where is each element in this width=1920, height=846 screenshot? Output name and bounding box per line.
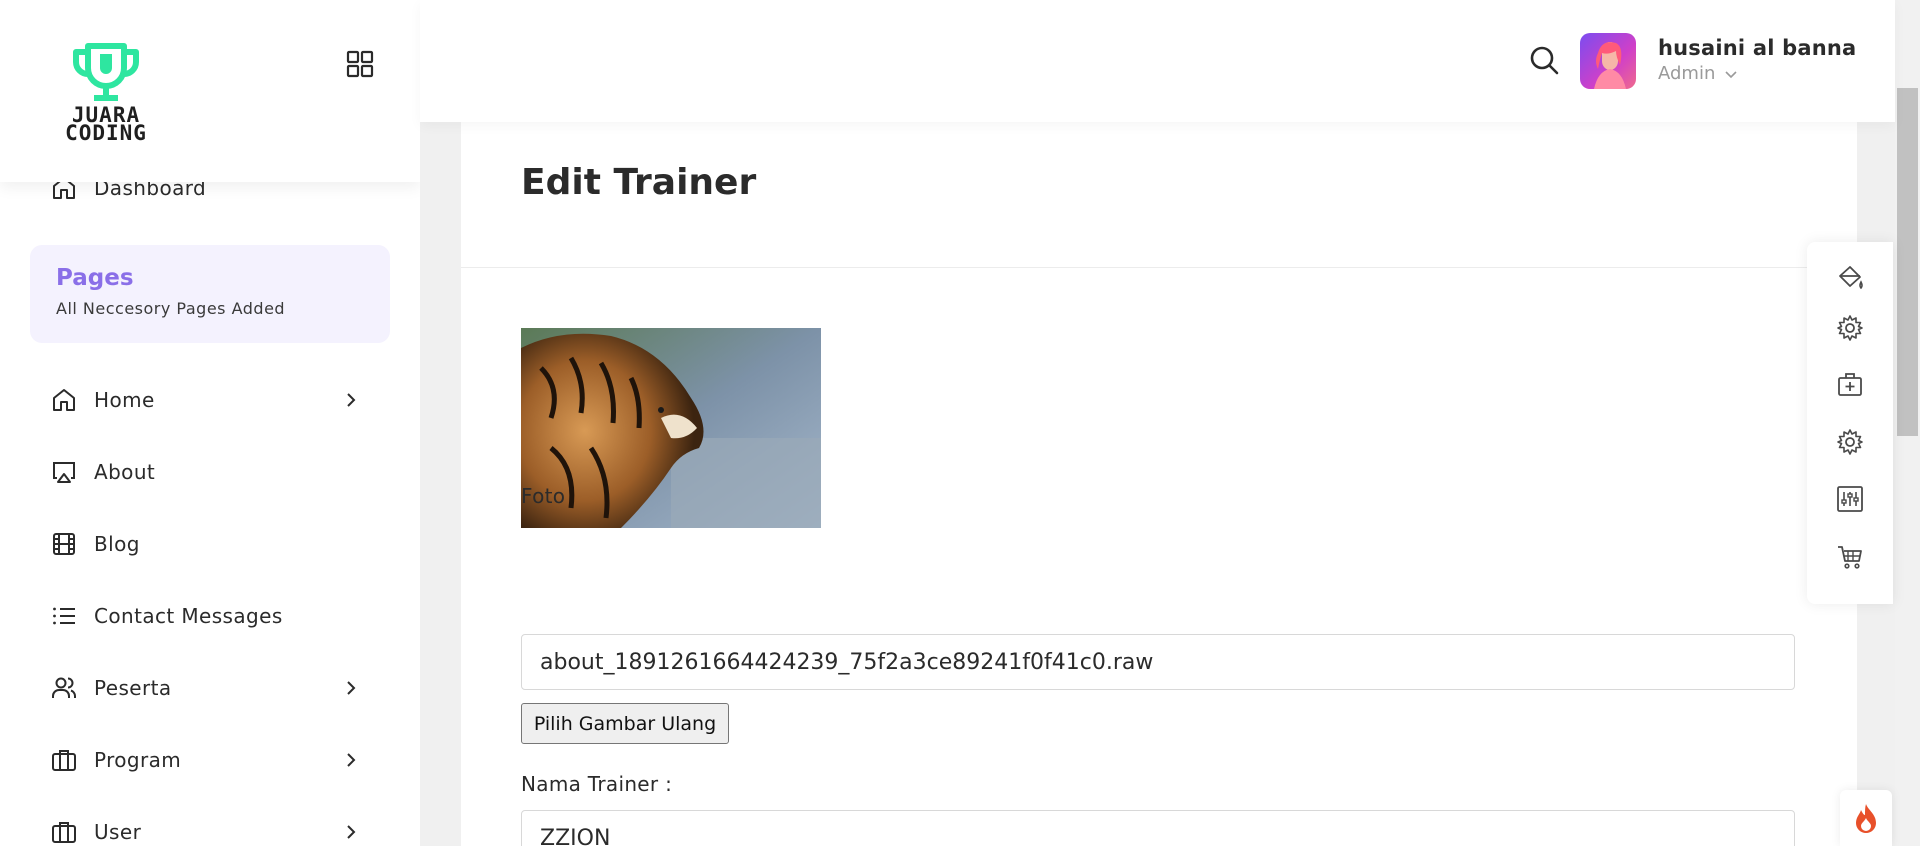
- chevron-down-icon: [1725, 71, 1737, 79]
- film-icon: [50, 530, 78, 558]
- user-role-label: Admin: [1658, 63, 1716, 84]
- user-role-dropdown[interactable]: Admin: [1658, 63, 1737, 84]
- sidebar-item-about[interactable]: About: [50, 448, 380, 496]
- list-icon: [50, 602, 78, 630]
- pages-card-title: Pages: [56, 265, 134, 291]
- brand-logo-text: JUARA CODING: [65, 103, 147, 145]
- chevron-right-icon: [347, 753, 356, 767]
- divider: [461, 267, 1857, 268]
- sidebar: JUARA CODING Dashboard Pages All Necceso…: [0, 0, 420, 846]
- grid-menu-icon[interactable]: [346, 50, 374, 78]
- top-header: husaini al banna Admin: [420, 0, 1895, 122]
- users-icon: [50, 674, 78, 702]
- sidebar-item-label: User: [94, 820, 142, 844]
- pages-card-subtitle: All Neccesory Pages Added: [56, 299, 286, 318]
- chevron-right-icon: [347, 393, 356, 407]
- sidebar-item-label: Blog: [94, 532, 140, 556]
- sidebar-item-peserta[interactable]: Peserta: [50, 664, 380, 712]
- page-scrollbar[interactable]: [1895, 0, 1920, 846]
- sliders-icon[interactable]: [1836, 485, 1864, 513]
- gear-icon[interactable]: [1836, 314, 1864, 342]
- logo-area: JUARA CODING: [0, 0, 420, 182]
- foto-label: Foto: [521, 484, 566, 508]
- sidebar-item-label: Home: [94, 388, 155, 412]
- sidebar-item-home[interactable]: Home: [50, 376, 380, 424]
- briefcase-icon: [50, 818, 78, 846]
- sidebar-item-blog[interactable]: Blog: [50, 520, 380, 568]
- sidebar-item-user[interactable]: User: [50, 808, 380, 846]
- airplay-icon: [50, 458, 78, 486]
- nama-trainer-field[interactable]: [521, 810, 1795, 846]
- chevron-right-icon: [347, 681, 356, 695]
- search-icon[interactable]: [1528, 44, 1560, 76]
- trophy-icon: [73, 43, 139, 101]
- gear-icon[interactable]: [1836, 428, 1864, 456]
- page-title: Edit Trainer: [521, 162, 757, 203]
- nama-trainer-label: Nama Trainer :: [521, 772, 673, 796]
- avatar[interactable]: [1580, 33, 1636, 89]
- pages-card: Pages All Neccesory Pages Added: [30, 245, 390, 343]
- medical-box-icon[interactable]: [1836, 370, 1864, 398]
- reselect-image-button[interactable]: Pilih Gambar Ulang: [521, 703, 729, 744]
- floating-settings-panel: [1807, 242, 1893, 604]
- paint-bucket-icon[interactable]: [1836, 264, 1864, 292]
- sidebar-item-label: About: [94, 460, 156, 484]
- foto-filename-field[interactable]: [521, 634, 1795, 690]
- sidebar-item-label: Program: [94, 748, 182, 772]
- edit-trainer-card: Edit Trainer Foto about_1891261664424239…: [461, 122, 1857, 846]
- trainer-photo-preview: [521, 328, 821, 528]
- sidebar-item-label: Peserta: [94, 676, 172, 700]
- brand-logo[interactable]: JUARA CODING: [50, 40, 162, 144]
- sidebar-item-label: Contact Messages: [94, 604, 283, 628]
- scrollbar-thumb[interactable]: [1897, 88, 1918, 436]
- cart-icon[interactable]: [1836, 542, 1864, 570]
- user-name: husaini al banna: [1658, 36, 1857, 60]
- briefcase-icon: [50, 746, 78, 774]
- sidebar-item-contact-messages[interactable]: Contact Messages: [50, 592, 380, 640]
- fire-icon[interactable]: [1840, 790, 1892, 846]
- sidebar-item-program[interactable]: Program: [50, 736, 380, 784]
- chevron-right-icon: [347, 825, 356, 839]
- home-icon: [50, 386, 78, 414]
